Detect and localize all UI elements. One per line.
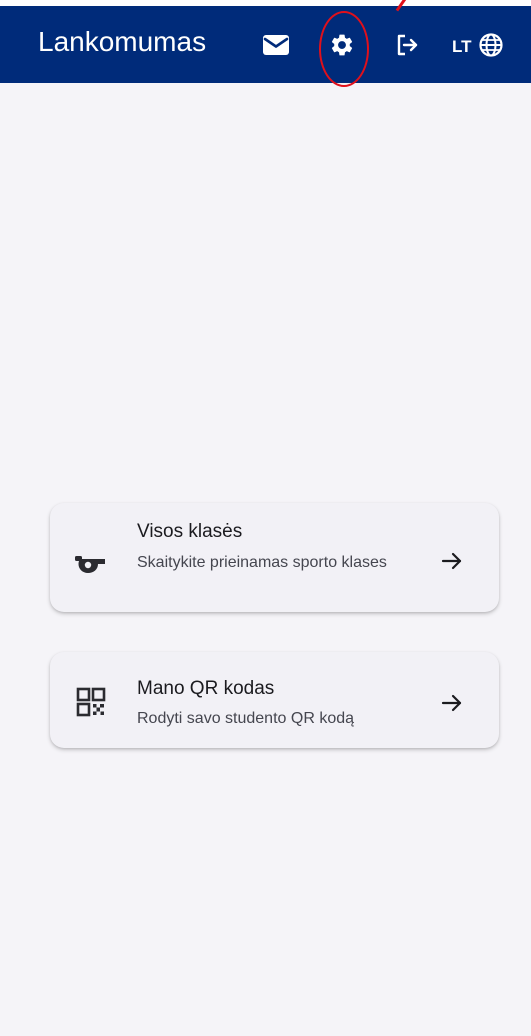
all-classes-card[interactable]: Visos klasės Skaitykite prieinamas sport…: [50, 503, 499, 612]
my-qr-code-card[interactable]: Mano QR kodas Rodyti savo studento QR ko…: [50, 652, 499, 748]
app-title: Lankomumas: [38, 26, 207, 57]
card-subtitle: Skaitykite prieinamas sporto klases: [137, 554, 387, 571]
whistle-icon: [74, 547, 108, 581]
language-button[interactable]: LT: [452, 27, 522, 67]
language-code: LT: [452, 37, 472, 56]
logout-icon: [394, 32, 420, 63]
qr-code-icon: [74, 685, 108, 719]
card-title: Visos klasės: [137, 521, 243, 542]
settings-button[interactable]: [322, 27, 362, 67]
gear-icon: [329, 32, 355, 63]
card-subtitle: Rodyti savo studento QR kodą: [137, 710, 355, 727]
app-bar: Lankomumas LT: [0, 6, 531, 83]
arrow-right-icon: [439, 690, 465, 716]
card-title: Mano QR kodas: [137, 678, 275, 699]
mail-button[interactable]: [256, 27, 296, 67]
mail-icon: [262, 33, 290, 62]
globe-icon: [478, 32, 504, 63]
arrow-right-icon: [439, 548, 465, 574]
logout-button[interactable]: [387, 27, 427, 67]
